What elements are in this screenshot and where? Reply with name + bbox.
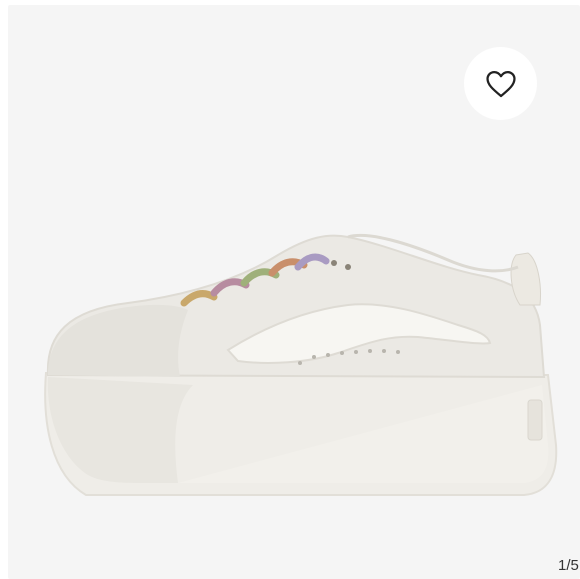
favorite-button[interactable]	[464, 47, 537, 120]
image-page-counter: 1/5	[558, 557, 579, 574]
heart-outline-icon	[485, 70, 516, 97]
